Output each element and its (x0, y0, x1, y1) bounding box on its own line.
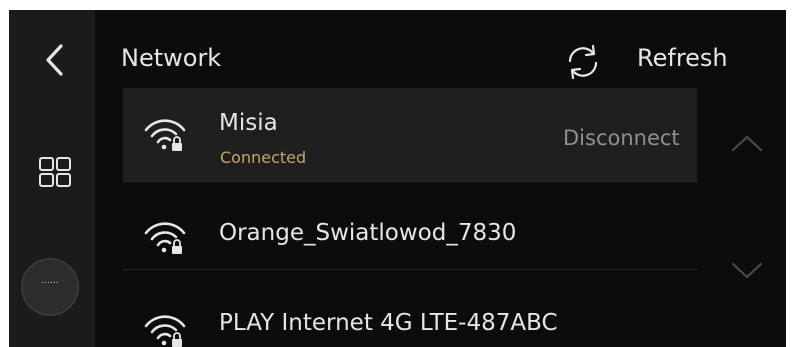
network-name: Misia (219, 110, 278, 136)
grid-icon (39, 157, 71, 187)
chevron-left-icon (46, 44, 63, 76)
network-name: Orange_Swiatlowod_7830 (219, 220, 517, 246)
network-status: Connected (220, 148, 307, 167)
network-item-misia[interactable]: Misia Connected Disconnect (123, 88, 697, 181)
network-screen: ...... Network Refresh Misia Connected D… (9, 10, 786, 347)
wifi-secured-icon (144, 119, 186, 151)
wifi-secured-icon (144, 222, 186, 254)
disconnect-button[interactable]: Disconnect (563, 126, 680, 150)
network-name: PLAY Internet 4G LTE-487ABC (219, 310, 558, 336)
chevron-up-icon (731, 135, 763, 152)
refresh-icon[interactable] (563, 42, 603, 82)
page-title: Network (121, 44, 222, 72)
refresh-button[interactable]: Refresh (637, 44, 728, 72)
more-dots-label: ...... (41, 276, 59, 286)
scroll-down-button[interactable] (727, 258, 767, 282)
network-item-play[interactable]: PLAY Internet 4G LTE-487ABC (123, 270, 697, 347)
apps-grid-button[interactable] (37, 152, 73, 192)
network-item-orange[interactable]: Orange_Swiatlowod_7830 (123, 182, 697, 269)
wifi-secured-icon (144, 315, 186, 347)
side-rail: ...... (9, 10, 95, 347)
scroll-up-button[interactable] (727, 132, 767, 156)
chevron-down-icon (731, 262, 763, 279)
network-list: Misia Connected Disconnect Orange_Swiatl… (123, 88, 697, 347)
back-button[interactable] (37, 40, 73, 80)
more-button[interactable]: ...... (21, 258, 79, 316)
